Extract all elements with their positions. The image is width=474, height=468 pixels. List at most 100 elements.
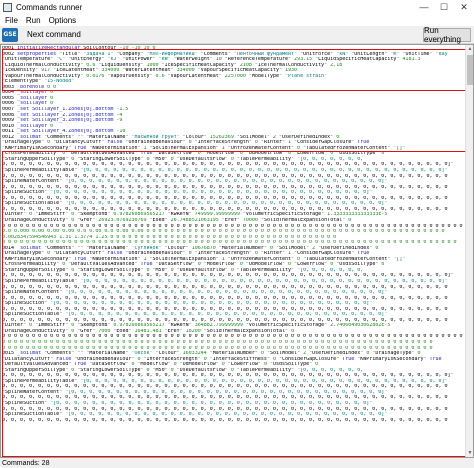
code-token: True	[74, 256, 87, 262]
code-token: "KWDetermination"	[86, 145, 144, 151]
code-token: "UdModelFlow"	[176, 362, 222, 368]
command-line[interactable]: 0, 0, 0, 0, 0, 0, 0, 0, 0, 0, 0, 0, 0, 0…	[2, 418, 466, 424]
code-token: "ModelFlow"	[134, 362, 174, 368]
code-token: "SplineWaterContent"	[2, 389, 66, 395]
code-token: 0014	[2, 245, 18, 251]
code-token: "ConsiderGapClosure"	[275, 356, 343, 362]
code-token: "KWPrimaryIsKSecondary"	[354, 356, 430, 362]
code-token: "DefaultValuesAdvanced"	[2, 362, 75, 368]
code-token: "SplinePermeabilityTable"	[2, 168, 81, 174]
code-token: 1000	[146, 62, 159, 68]
code-token: "IceThermalConductivity"	[251, 62, 331, 68]
command-lines[interactable]: 0001 initializeRectangular SoilContour -…	[2, 46, 466, 456]
code-token: "[0, 0, 0, 0, 0, 0, 0, 0, 0, 0, 0, 0, 0,…	[65, 412, 388, 418]
scroll-thumb[interactable]	[467, 55, 473, 85]
status-bar: Commands: 28	[0, 458, 474, 468]
code-token: 0, 0, 0, 0, 0, 0, 0, 0, 0, 0, 0, 0, 0, 0…	[2, 317, 448, 323]
code-token: 26.7488521063195	[170, 217, 219, 223]
code-token: "Eoed"	[110, 328, 135, 334]
code-token: "MaterialNumber"	[215, 245, 270, 251]
minimize-icon[interactable]: —	[414, 0, 434, 14]
code-token: "StaringUpperSoilType"	[2, 156, 72, 162]
code-token: "UserDefinedIndex"	[315, 245, 376, 251]
code-token: 0012	[2, 134, 18, 140]
scroll-up-icon[interactable]: ▲	[466, 45, 474, 53]
code-token: 1.333333333333333E-5	[327, 212, 388, 218]
code-token: 2.18	[330, 62, 343, 68]
code-token: "Plane strain"	[285, 73, 328, 79]
code-token: "Colour"	[152, 351, 183, 357]
code-token: "UnitForce"	[297, 51, 337, 57]
code-token: "[0, 0, 0, 0, 0, 0, 0,	[297, 367, 364, 373]
code-token: 0, 0, 0, 0, 0, 0, 0, 0, 0, 0, 0, 0, 0, 0…	[2, 395, 448, 401]
code-token: "StaringLowerSoilType"	[74, 267, 147, 273]
code-token: 364882.799999999	[194, 323, 243, 329]
code-token: 0007	[2, 107, 18, 113]
code-token: 749999.99999999	[194, 212, 240, 218]
menu-bar: File Run Options	[0, 14, 474, 26]
code-token: "TablePermeability"	[233, 156, 298, 162]
code-token: "DilatancyCutOff"	[50, 140, 108, 146]
code-token: "DataSetFlow"	[152, 151, 198, 157]
code-token: 334000	[176, 68, 195, 74]
code-token: "InterfaceStiffness"	[206, 356, 273, 362]
code-token: _set Soillayer_4.Zones[0].Bottom	[17, 129, 114, 135]
code-token: "DataSetFlow"	[86, 362, 132, 368]
maximize-icon[interactable]: ☐	[434, 0, 454, 14]
run-everything-button[interactable]: Run everything	[423, 26, 471, 44]
code-token: "UseDefaultsFlow"	[173, 156, 231, 162]
code-token: 0	[47, 90, 54, 96]
code-token: "UdModelFlow"	[242, 151, 289, 157]
code-token: _set Soillayer_2.Zones[0].Bottom	[17, 112, 114, 118]
code-token: "Eoed"	[146, 217, 171, 223]
code-token: 0	[348, 217, 352, 223]
code-token: "Comments"	[197, 51, 234, 57]
code-token: True	[429, 356, 442, 362]
code-token: "Rinter"	[257, 251, 289, 257]
toolbar: GSE Next command Run everything	[0, 26, 474, 44]
code-token: "Rinter"	[257, 140, 289, 146]
vertical-scrollbar[interactable]: ▲ ▼	[465, 45, 473, 457]
code-token: _set Soillayer_1.Zones[0].Bottom	[17, 107, 114, 113]
menu-file[interactable]: File	[0, 16, 22, 25]
code-token: "InterfaceStrength"	[191, 251, 255, 257]
code-token: "[0, 0, 0, 0, 0, 0, 0, 0, 0, 0, 0, 0, 0,…	[50, 301, 373, 307]
command-editor[interactable]: 0001 initializeRectangular SoilContour -…	[0, 44, 474, 458]
code-token: "WaterLatentHeat"	[119, 68, 177, 74]
code-token: "LowerFlow"	[224, 362, 264, 368]
close-icon[interactable]: ✕	[454, 0, 474, 14]
code-token: True	[357, 251, 370, 257]
code-token: 0, 0, 0, 0, 0, 0, 0, 0, 0, 0, 0, 0, 0, 0…	[2, 273, 454, 279]
code-token: "UnfrozenWaterContent"	[224, 145, 298, 151]
code-token: "IceSpecificHeatCapacity"	[158, 62, 240, 68]
code-token: "ModelType"	[245, 73, 286, 79]
scroll-down-icon[interactable]: ▼	[466, 449, 474, 457]
code-token: "InterfaceStrength"	[140, 356, 204, 362]
code-token: 0, 0, 0, 0, 0, 0, 0, 0, 0, 0, 0, 0, 0, 0…	[2, 373, 454, 379]
code-token: "SolidThermalExpansionTotal"	[257, 217, 349, 223]
code-token: "M50"	[149, 367, 171, 373]
code-token: 0, 0, 0, 0, 0, 0, 0, 0, 0, 0, 0, 0, 0, 0…	[2, 306, 448, 312]
code-token: True	[342, 356, 355, 362]
code-token: 26923.0769230769	[98, 217, 147, 223]
status-text: Commands: 28	[2, 459, 50, 467]
code-token: "UnitEnergy"	[65, 57, 108, 63]
code-token: "ElementType"	[2, 79, 45, 85]
code-token: "DefaultValuesAdvanced"	[65, 262, 141, 268]
menu-run[interactable]: Run	[22, 16, 45, 25]
code-token: "ModelFlow"	[200, 151, 240, 157]
code-token: "UdModelFlow"	[242, 262, 289, 268]
code-token: "UnitTemperature"	[2, 57, 57, 63]
code-token: "Company"	[113, 51, 147, 57]
code-token: 18200	[185, 328, 201, 334]
code-token: 0 0 0 0 0 0 0 0 0 0 0 0 0 0 0 0 0 0 0 0 …	[2, 334, 466, 340]
code-token: _borehole	[17, 84, 45, 90]
code-token: 0 0 0 0 0 0 0 0 0 0 0 0 0 0 0 0 0 0 0 0 …	[2, 339, 433, 345]
next-command-button[interactable]: Next command	[22, 28, 86, 41]
code-token: "StaringLowerSoilType"	[74, 156, 147, 162]
code-token: 0, 0, 0, 0, 0, 0, 0, 0, 0, 0, 0, 0, 0, 0…	[2, 384, 448, 390]
code-token: "ModelFlow"	[200, 262, 240, 268]
code-token: "ConsiderGapClosure"	[291, 251, 358, 257]
code-token: SoilContour	[80, 46, 120, 51]
menu-options[interactable]: Options	[45, 16, 81, 25]
